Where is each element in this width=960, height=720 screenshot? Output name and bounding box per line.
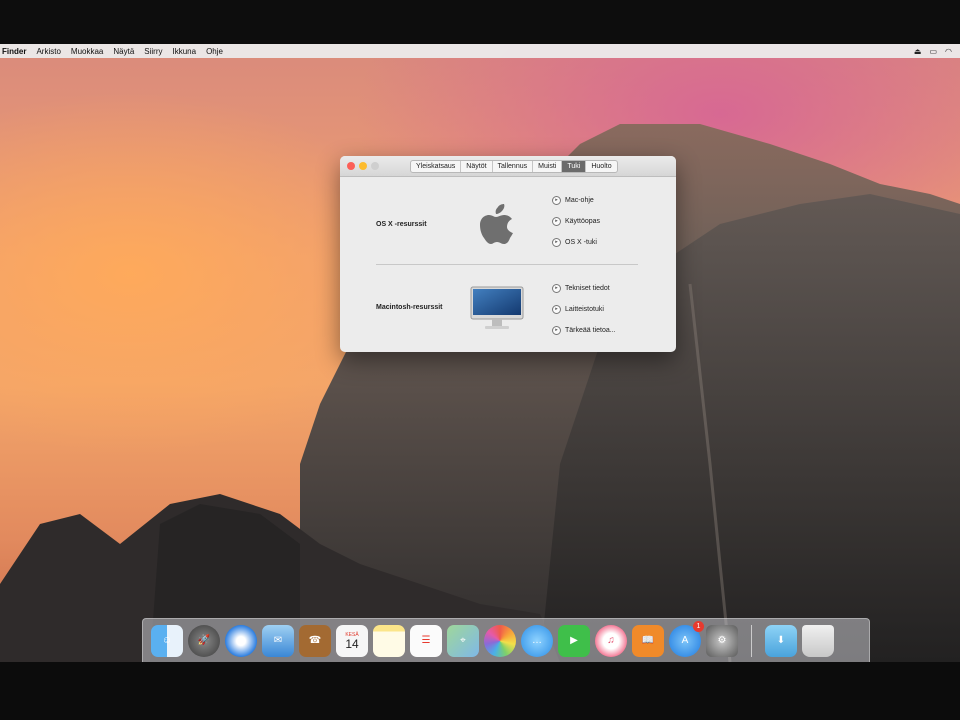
- dock-separator: [751, 624, 752, 657]
- dock: ☺ 🚀 ✉ ☎ KESÄ 14 ☰ ⌖ … ▶ ♫ 📖 A 1 ⚙ ⬇: [142, 618, 870, 662]
- ibooks-icon[interactable]: 📖: [632, 624, 664, 657]
- bezel-top: [0, 0, 960, 44]
- airplay-icon[interactable]: ▭: [929, 47, 937, 56]
- system-info-window: Yleiskatsaus Näytöt Tallennus Muisti Tuk…: [340, 156, 676, 352]
- wifi-icon[interactable]: ◠: [945, 47, 952, 56]
- system-preferences-icon[interactable]: ⚙: [706, 624, 738, 657]
- menu-finder[interactable]: Finder: [0, 47, 31, 56]
- minimize-button[interactable]: [359, 162, 367, 170]
- tab-huolto[interactable]: Huolto: [586, 161, 616, 172]
- arrow-icon: ▸: [552, 326, 561, 335]
- link-label: Käyttöopas: [565, 218, 601, 225]
- photos-icon[interactable]: [484, 624, 516, 657]
- tab-muisti[interactable]: Muisti: [533, 161, 563, 172]
- link-tarkeaa-tietoa[interactable]: ▸ Tärkeää tietoa...: [552, 326, 616, 335]
- launchpad-icon[interactable]: 🚀: [188, 624, 220, 657]
- tab-tuki[interactable]: Tuki: [562, 161, 587, 172]
- arrow-icon: ▸: [552, 217, 561, 226]
- app-store-badge: 1: [693, 620, 704, 632]
- section-label-macintosh: Macintosh-resurssit: [376, 304, 443, 311]
- menu-ohje[interactable]: Ohje: [201, 47, 228, 56]
- traffic-lights: [347, 162, 379, 170]
- arrow-icon: ▸: [552, 284, 561, 293]
- arrow-icon: ▸: [552, 196, 561, 205]
- zoom-button[interactable]: [371, 162, 379, 170]
- link-label: Tärkeää tietoa...: [565, 327, 616, 334]
- safari-icon[interactable]: [225, 624, 257, 657]
- bezel-bottom: [0, 662, 960, 720]
- menu-bar: Finder Arkisto Muokkaa Näytä Siirry Ikku…: [0, 44, 960, 58]
- window-titlebar: Yleiskatsaus Näytöt Tallennus Muisti Tuk…: [340, 156, 676, 177]
- link-tekniset-tiedot[interactable]: ▸ Tekniset tiedot: [552, 284, 610, 293]
- tab-tallennus[interactable]: Tallennus: [493, 161, 534, 172]
- section-divider: [376, 264, 638, 265]
- arrow-icon: ▸: [552, 238, 561, 247]
- link-laitteistotuki[interactable]: ▸ Laitteistotuki: [552, 305, 604, 314]
- finder-icon[interactable]: ☺: [151, 624, 183, 657]
- menu-muokkaa[interactable]: Muokkaa: [66, 47, 108, 56]
- notes-icon[interactable]: [373, 624, 405, 657]
- downloads-stack-icon[interactable]: ⬇: [765, 624, 797, 657]
- wallpaper-mountain: [0, 124, 960, 662]
- menu-ikkuna[interactable]: Ikkuna: [168, 47, 202, 56]
- reminders-icon[interactable]: ☰: [410, 624, 442, 657]
- eject-icon[interactable]: ⏏: [914, 47, 922, 56]
- messages-icon[interactable]: …: [521, 624, 553, 657]
- link-label: Laitteistotuki: [565, 306, 604, 313]
- desktop: Finder Arkisto Muokkaa Näytä Siirry Ikku…: [0, 44, 960, 662]
- close-button[interactable]: [347, 162, 355, 170]
- arrow-icon: ▸: [552, 305, 561, 314]
- calendar-day: 14: [345, 636, 359, 651]
- app-store-icon[interactable]: A 1: [669, 620, 704, 657]
- contacts-icon[interactable]: ☎: [299, 624, 331, 657]
- link-mac-ohje[interactable]: ▸ Mac-ohje: [552, 196, 594, 205]
- menu-siirry[interactable]: Siirry: [139, 47, 167, 56]
- menu-nayta[interactable]: Näytä: [108, 47, 139, 56]
- mail-icon[interactable]: ✉: [262, 624, 294, 657]
- status-area: ⏏ ▭ ◠: [914, 47, 960, 56]
- link-kayttoopas[interactable]: ▸ Käyttöopas: [552, 217, 600, 226]
- menu-arkisto[interactable]: Arkisto: [31, 47, 65, 56]
- tab-bar: Yleiskatsaus Näytöt Tallennus Muisti Tuk…: [410, 160, 618, 173]
- link-label: Tekniset tiedot: [565, 285, 610, 292]
- link-label: Mac-ohje: [565, 197, 594, 204]
- maps-icon[interactable]: ⌖: [447, 624, 479, 657]
- itunes-icon[interactable]: ♫: [595, 624, 627, 657]
- facetime-icon[interactable]: ▶: [558, 624, 590, 657]
- apple-logo-icon: [480, 204, 513, 244]
- link-osx-tuki[interactable]: ▸ OS X -tuki: [552, 238, 597, 247]
- link-label: OS X -tuki: [565, 239, 597, 246]
- tab-yleiskatsaus[interactable]: Yleiskatsaus: [411, 161, 462, 172]
- trash-icon[interactable]: [802, 624, 834, 657]
- calendar-icon[interactable]: KESÄ 14: [336, 624, 368, 657]
- imac-icon: [470, 286, 524, 329]
- section-label-osx: OS X -resurssit: [376, 221, 427, 228]
- tab-naytot[interactable]: Näytöt: [461, 161, 493, 172]
